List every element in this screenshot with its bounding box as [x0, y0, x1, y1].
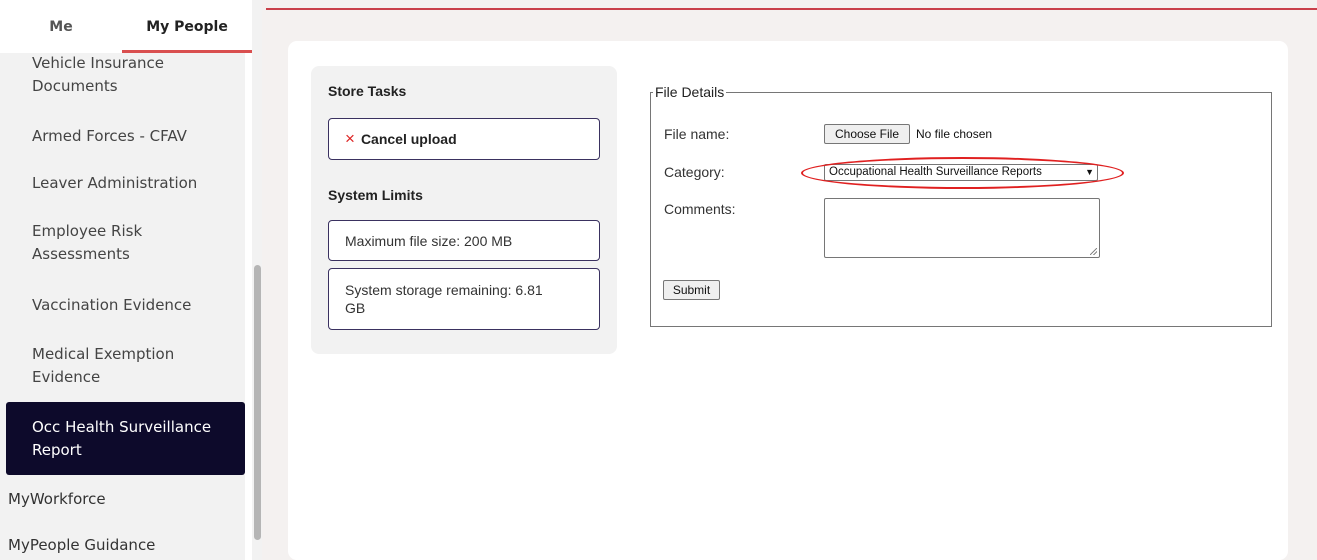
system-limits-heading: System Limits — [328, 187, 423, 203]
sidebar-item-armed-forces[interactable]: Armed Forces - CFAV — [0, 125, 245, 148]
sidebar-item-label: Evidence — [32, 368, 101, 386]
category-selected-value: Occupational Health Surveillance Reports — [829, 166, 1042, 178]
sidebar-item-occ-health[interactable]: Occ Health Surveillance Report — [6, 402, 245, 475]
sidebar-item-label: Vehicle Insurance — [32, 54, 165, 72]
chevron-down-icon: ▼ — [1085, 167, 1094, 177]
sidebar-link-myworkforce[interactable]: MyWorkforce — [8, 490, 106, 508]
sidebar-item-vehicle-insurance[interactable]: Vehicle Insurance Documents — [0, 52, 245, 98]
storage-remaining-info: System storage remaining: 6.81 GB — [328, 268, 600, 330]
sidebar-item-medical-exemption[interactable]: Medical Exemption Evidence — [0, 343, 245, 389]
sidebar: Me My People Vehicle Insurance Documents… — [0, 0, 262, 560]
close-icon: × — [345, 129, 355, 148]
submit-button[interactable]: Submit — [663, 280, 720, 300]
sidebar-item-label: Report — [32, 440, 82, 459]
max-file-size-text: Maximum file size: 200 MB — [345, 232, 513, 249]
storage-remaining-text: System storage remaining: 6.81 — [345, 282, 543, 298]
cancel-upload-button[interactable]: × Cancel upload — [328, 118, 600, 160]
no-file-chosen-text: No file chosen — [916, 127, 993, 141]
tab-my-people-label: My People — [146, 18, 228, 35]
file-details-legend: File Details — [653, 84, 727, 100]
header-divider — [266, 8, 1317, 10]
resize-grip-icon[interactable] — [1090, 248, 1097, 255]
sidebar-item-label: Leaver Administration — [32, 174, 198, 192]
choose-file-button[interactable]: Choose File — [824, 124, 910, 144]
storage-remaining-text: GB — [345, 300, 366, 316]
sidebar-item-label: Armed Forces - CFAV — [32, 127, 187, 145]
sidebar-item-label: Vaccination Evidence — [32, 296, 192, 314]
file-name-label: File name: — [664, 126, 730, 142]
comments-textarea[interactable] — [824, 198, 1100, 258]
sidebar-item-employee-risk[interactable]: Employee Risk Assessments — [0, 220, 245, 266]
sidebar-tabs: Me My People — [0, 0, 252, 53]
sidebar-item-leaver-administration[interactable]: Leaver Administration — [0, 172, 245, 195]
sidebar-item-vaccination-evidence[interactable]: Vaccination Evidence — [0, 294, 245, 317]
sidebar-item-label: Occ Health Surveillance — [32, 417, 212, 436]
cancel-upload-label: Cancel upload — [360, 131, 457, 147]
category-select[interactable]: Occupational Health Surveillance Reports… — [824, 164, 1098, 181]
sidebar-item-label: Assessments — [32, 245, 130, 263]
category-label: Category: — [664, 164, 725, 180]
sidebar-item-label: Documents — [32, 77, 118, 95]
tab-my-people[interactable]: My People — [122, 0, 252, 53]
sidebar-item-label: Employee Risk — [32, 222, 143, 240]
max-file-size-info: Maximum file size: 200 MB — [328, 220, 600, 261]
sidebar-item-label: Medical Exemption — [32, 345, 175, 363]
tab-me-label: Me — [49, 18, 73, 35]
sidebar-scrollbar-thumb[interactable] — [254, 265, 261, 540]
comments-label: Comments: — [664, 201, 736, 217]
tab-me[interactable]: Me — [0, 0, 122, 53]
sidebar-link-mypeople-guidance[interactable]: MyPeople Guidance — [8, 536, 155, 554]
store-tasks-heading: Store Tasks — [328, 83, 407, 99]
